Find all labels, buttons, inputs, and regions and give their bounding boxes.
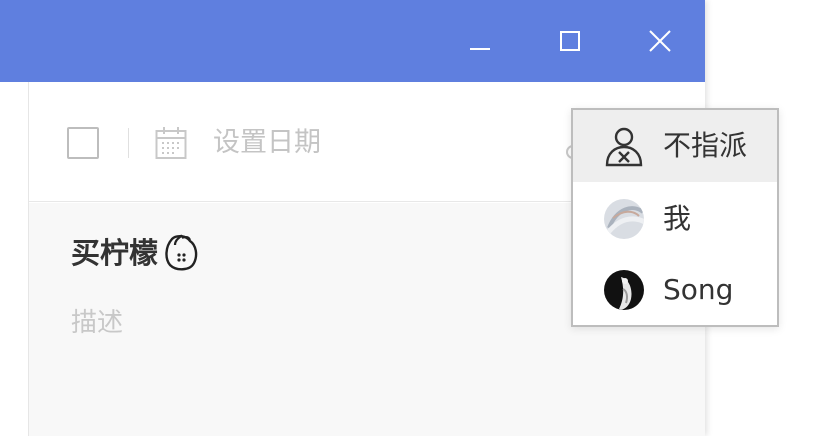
task-title[interactable]: 买柠檬: [71, 231, 158, 275]
assign-option-me[interactable]: 我: [573, 183, 777, 255]
complete-checkbox[interactable]: [67, 127, 99, 159]
left-panel-edge: [0, 82, 29, 436]
assign-option-unassigned[interactable]: 不指派: [573, 110, 777, 182]
maximize-button[interactable]: [540, 0, 600, 82]
close-button[interactable]: [630, 0, 690, 82]
lemon-emoji-icon: [165, 234, 198, 271]
title-bar: [0, 0, 705, 82]
set-date-label[interactable]: 设置日期: [213, 124, 321, 162]
assign-option-song[interactable]: Song: [573, 254, 777, 326]
assign-option-label: 我: [663, 202, 692, 235]
assign-option-label: Song: [663, 273, 734, 306]
minimize-button[interactable]: [450, 0, 510, 82]
calendar-icon[interactable]: [155, 126, 187, 160]
description-placeholder[interactable]: 描述: [71, 303, 123, 343]
toolbar-divider: [128, 128, 129, 158]
avatar-me: [604, 199, 644, 239]
task-title-row[interactable]: 买柠檬: [71, 231, 200, 275]
assign-dropdown: 不指派 我 Song: [571, 108, 779, 327]
maximize-icon: [560, 31, 580, 51]
minimize-icon: [470, 48, 490, 50]
avatar-song: [604, 270, 644, 310]
assign-option-label: 不指派: [663, 129, 748, 162]
close-icon: [649, 30, 671, 52]
unassign-user-icon: [605, 127, 643, 167]
